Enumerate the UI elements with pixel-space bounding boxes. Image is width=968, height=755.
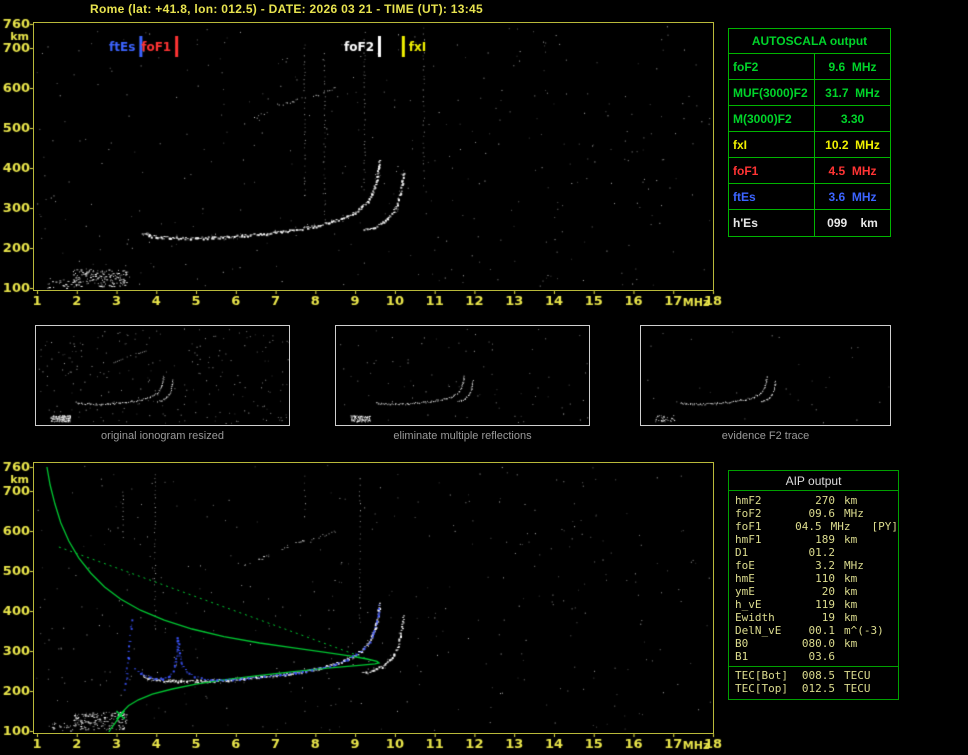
autoscala-row-label: M(3000)F2 bbox=[729, 106, 815, 131]
aip-row-unit: km bbox=[844, 494, 858, 507]
aip-row-unit: MHz bbox=[844, 559, 864, 572]
autoscala-row-value: 3.6 MHz bbox=[828, 190, 877, 204]
autoscala-ionogram-window: Rome (lat: +41.8, lon: 012.5) - DATE: 20… bbox=[0, 0, 968, 755]
aip-row-value: 270 bbox=[815, 494, 835, 507]
aip-row-label: D1 bbox=[735, 546, 749, 559]
autoscala-row-label: foF1 bbox=[729, 158, 815, 183]
main-ionogram-plot bbox=[33, 22, 714, 291]
autoscala-row-value: 3.30 bbox=[840, 112, 865, 126]
aip-row-label: foF2 bbox=[735, 507, 762, 520]
aip-row-value: 012.5 bbox=[801, 682, 835, 695]
aip-row-hmF2: hmF2 270 km bbox=[729, 494, 898, 507]
profile-ionogram-plot bbox=[33, 462, 714, 734]
thumbnail-f2-trace-evidence bbox=[640, 325, 891, 426]
autoscala-row-value: 099 km bbox=[827, 216, 878, 230]
aip-output-panel: AIP output hmF2 270 km foF2 09.6 MHz foF… bbox=[728, 470, 899, 700]
aip-row-unit: m^(-3) bbox=[844, 624, 884, 637]
aip-row-value: 19 bbox=[821, 611, 835, 624]
autoscala-row-value: 10.2 MHz bbox=[825, 138, 880, 152]
autoscala-row-foF1: foF1 4.5 MHz bbox=[729, 158, 890, 184]
aip-row-unit: km bbox=[844, 637, 858, 650]
aip-row-unit: km bbox=[844, 598, 858, 611]
aip-row-unit bbox=[844, 546, 890, 559]
aip-row-label: foE bbox=[735, 559, 755, 572]
aip-row-D1: D1 01.2 bbox=[729, 546, 898, 559]
autoscala-row-fxI: fxI 10.2 MHz bbox=[729, 132, 890, 158]
autoscala-row-m3000f2: M(3000)F2 3.30 bbox=[729, 106, 890, 132]
aip-row-DelN_vE: DelN_vE 00.1 m^(-3) bbox=[729, 624, 898, 637]
aip-row-unit bbox=[844, 650, 890, 663]
autoscala-panel-title: AUTOSCALA output bbox=[729, 29, 890, 54]
aip-row-label: TEC[Top] bbox=[735, 682, 788, 695]
aip-row-hmF1: hmF1 189 km bbox=[729, 533, 898, 546]
aip-row-unit: km bbox=[844, 533, 858, 546]
autoscala-row-label: fxI bbox=[729, 132, 815, 157]
aip-row-unit: TECU bbox=[844, 669, 871, 682]
aip-row-unit: TECU bbox=[844, 682, 871, 695]
aip-row-unit: MHz bbox=[844, 507, 864, 520]
aip-row-hmE: hmE 110 km bbox=[729, 572, 898, 585]
aip-row-label: Ewidth bbox=[735, 611, 775, 624]
aip-row-foF1: foF1 04.5 MHz [PY] bbox=[729, 520, 898, 533]
autoscala-row-muf3000f2: MUF(3000)F2 31.7 MHz bbox=[729, 80, 890, 106]
aip-row-value: 080.0 bbox=[801, 637, 835, 650]
thumbnail-caption: eliminate multiple reflections bbox=[393, 430, 532, 442]
aip-panel-title: AIP output bbox=[729, 471, 898, 491]
aip-row-label: DelN_vE bbox=[735, 624, 782, 637]
aip-row-value: 00.1 bbox=[808, 624, 836, 637]
aip-row-value: 04.5 bbox=[795, 520, 822, 533]
thumbnail-multiple-reflections-removed bbox=[335, 325, 590, 426]
aip-row-note: [PY] bbox=[871, 520, 899, 533]
aip-row-tec-bot: TEC[Bot] 008.5 TECU bbox=[729, 669, 898, 682]
autoscala-row-value: 9.6 MHz bbox=[828, 60, 877, 74]
autoscala-row-value: 4.5 MHz bbox=[828, 164, 877, 178]
autoscala-row-ftEs: ftEs 3.6 MHz bbox=[729, 184, 890, 210]
thumbnail-caption: evidence F2 trace bbox=[721, 430, 810, 442]
thumbnail-original-ionogram bbox=[35, 325, 290, 426]
aip-row-label: TEC[Bot] bbox=[735, 669, 788, 682]
aip-row-unit: MHz bbox=[830, 520, 851, 533]
aip-row-value: 3.2 bbox=[815, 559, 835, 572]
autoscala-row-label: foF2 bbox=[729, 54, 815, 79]
autoscala-row-label: ftEs bbox=[729, 184, 815, 209]
aip-row-label: foF1 bbox=[735, 520, 762, 533]
aip-row-value: 119 bbox=[815, 598, 835, 611]
autoscala-row-value: 31.7 MHz bbox=[825, 86, 880, 100]
autoscala-row-foF2: foF2 9.6 MHz bbox=[729, 54, 890, 80]
aip-row-label: hmE bbox=[735, 572, 755, 585]
aip-row-unit: km bbox=[844, 611, 858, 624]
aip-row-value: 01.2 bbox=[808, 546, 836, 559]
thumbnail-caption: original ionogram resized bbox=[101, 430, 224, 442]
autoscala-row-label: h'Es bbox=[729, 210, 815, 236]
aip-row-label: ymE bbox=[735, 585, 755, 598]
aip-row-B0: B0 080.0 km bbox=[729, 637, 898, 650]
aip-row-B1: B1 03.6 bbox=[729, 650, 898, 663]
aip-row-tec-top: TEC[Top] 012.5 TECU bbox=[729, 682, 898, 695]
aip-row-value: 110 bbox=[815, 572, 835, 585]
aip-row-label: hmF1 bbox=[735, 533, 762, 546]
aip-row-value: 03.6 bbox=[808, 650, 836, 663]
aip-row-label: B1 bbox=[735, 650, 749, 663]
aip-row-h_vE: h_vE 119 km bbox=[729, 598, 898, 611]
aip-row-ymE: ymE 20 km bbox=[729, 585, 898, 598]
aip-row-value: 189 bbox=[815, 533, 835, 546]
autoscala-row-hEs: h'Es 099 km bbox=[729, 210, 890, 236]
autoscala-output-panel: AUTOSCALA output foF2 9.6 MHz MUF(3000)F… bbox=[728, 28, 891, 237]
aip-row-label: B0 bbox=[735, 637, 749, 650]
aip-row-value: 008.5 bbox=[801, 669, 835, 682]
aip-row-Ewidth: Ewidth 19 km bbox=[729, 611, 898, 624]
aip-row-unit: km bbox=[844, 585, 858, 598]
aip-row-value: 09.6 bbox=[808, 507, 836, 520]
aip-row-label: hmF2 bbox=[735, 494, 762, 507]
aip-row-foF2: foF2 09.6 MHz bbox=[729, 507, 898, 520]
aip-row-unit: km bbox=[844, 572, 858, 585]
station-date-time-title: Rome (lat: +41.8, lon: 012.5) - DATE: 20… bbox=[90, 2, 483, 16]
aip-row-value: 20 bbox=[821, 585, 835, 598]
aip-tec-section: TEC[Bot] 008.5 TECU TEC[Top] 012.5 TECU bbox=[729, 666, 898, 695]
aip-row-foE: foE 3.2 MHz bbox=[729, 559, 898, 572]
autoscala-row-label: MUF(3000)F2 bbox=[729, 80, 815, 105]
aip-row-label: h_vE bbox=[735, 598, 762, 611]
